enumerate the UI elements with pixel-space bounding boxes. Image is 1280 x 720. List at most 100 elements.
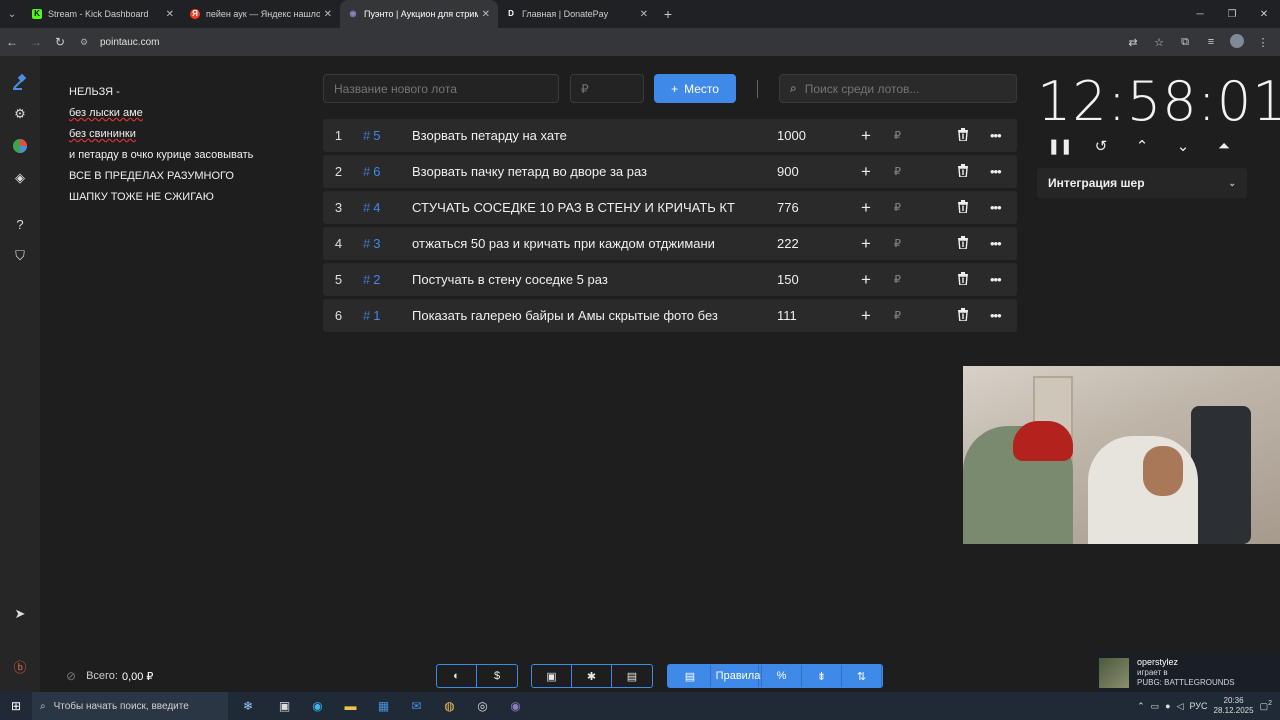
lot-name[interactable]: Показать галерею байры и Амы скрытые фот… [412, 308, 746, 323]
lot-name[interactable]: Постучать в стену соседке 5 раз [412, 272, 746, 287]
rules-button[interactable]: ▤ Правила [668, 665, 762, 687]
lot-amount[interactable]: 1000 [777, 128, 832, 143]
delete-trash-icon[interactable] [957, 271, 969, 288]
chevron-up-icon[interactable]: ⌃ [1130, 134, 1154, 158]
lot-amount[interactable]: 222 [777, 236, 832, 251]
donate-dollar-icon[interactable]: $ [477, 665, 517, 687]
hidden-eye-icon[interactable]: ⊘ [66, 669, 76, 683]
add-place-button[interactable]: + Место [654, 74, 736, 103]
speaker-icon[interactable]: ◁ [1177, 701, 1184, 712]
wheel-chart-icon[interactable] [10, 136, 30, 156]
chevron-down-icon[interactable]: ⌄ [1171, 134, 1195, 158]
microphone-icon[interactable]: ● [1165, 701, 1170, 711]
help-icon[interactable]: ? [10, 214, 30, 234]
add-amount-plus-icon[interactable]: + [861, 198, 871, 218]
browser-menu-icon[interactable]: ⋮ [1254, 36, 1272, 49]
close-tab-icon[interactable]: ✕ [324, 9, 332, 20]
add-amount-plus-icon[interactable]: + [861, 306, 871, 326]
settings-gear-icon[interactable]: ⚙ [10, 104, 30, 124]
lot-search-field[interactable]: ⌕ [779, 74, 1017, 103]
percent-icon[interactable]: % [762, 665, 802, 687]
save-icon[interactable]: ▣ [532, 665, 572, 687]
keyboard-layout[interactable]: РУС [1190, 701, 1208, 711]
close-tab-icon[interactable]: ✕ [166, 9, 174, 20]
lot-name[interactable]: Взорвать петарду на хате [412, 128, 746, 143]
restart-icon[interactable]: ↺ [1089, 134, 1113, 158]
currency-ruble[interactable]: ₽ [894, 309, 901, 322]
lot-name[interactable]: отжаться 50 раз и кричать при каждом отд… [412, 236, 746, 251]
github-icon[interactable]: ◐ [437, 665, 477, 687]
store-icon[interactable]: ▦ [367, 692, 400, 720]
tray-app-icon[interactable]: ▭ [1151, 701, 1160, 712]
browser-tab-active[interactable]: ◉ Пуэнто | Аукцион для стриме ✕ [340, 0, 498, 28]
shield-icon[interactable]: ⛉ [10, 246, 30, 266]
back-icon[interactable]: ← [0, 28, 24, 56]
browser-tab[interactable]: Я пейен аук — Яндекс нашлось ✕ [182, 0, 340, 28]
bookmark-star-icon[interactable]: ☆ [1150, 36, 1168, 49]
add-amount-plus-icon[interactable]: + [861, 270, 871, 290]
clear-icon[interactable]: ▤ [612, 665, 652, 687]
lot-search-input[interactable] [804, 81, 1005, 96]
bug-icon[interactable]: ✱ [572, 665, 612, 687]
url-field[interactable]: ⚙ pointauc.com [80, 31, 1110, 53]
windows-start-icon[interactable]: ⊞ [0, 692, 32, 720]
task-view-icon[interactable]: ▣ [268, 692, 301, 720]
new-tab-icon[interactable]: + [656, 0, 680, 28]
maximize-icon[interactable]: ❐ [1216, 0, 1248, 28]
currency-ruble[interactable]: ₽ [894, 165, 901, 178]
more-options-icon[interactable]: ••• [990, 272, 1002, 287]
delete-trash-icon[interactable] [957, 235, 969, 252]
edge-icon[interactable]: ◉ [301, 692, 334, 720]
currency-ruble[interactable]: ₽ [894, 129, 901, 142]
boosty-icon[interactable]: ⓑ [10, 656, 30, 676]
browser-tab[interactable]: D Главная | DonatePay ✕ [498, 0, 656, 28]
reload-icon[interactable]: ↻ [48, 28, 72, 56]
more-options-icon[interactable]: ••• [990, 164, 1002, 179]
more-options-icon[interactable]: ••• [990, 236, 1002, 251]
pause-icon[interactable]: ❚❚ [1047, 134, 1072, 158]
new-lot-price-input[interactable] [570, 74, 644, 103]
currency-ruble[interactable]: ₽ [894, 273, 901, 286]
lot-amount[interactable]: 900 [777, 164, 832, 179]
lot-amount[interactable]: 776 [777, 200, 832, 215]
auction-hammer-icon[interactable] [10, 72, 30, 92]
close-tab-icon[interactable]: ✕ [482, 9, 490, 20]
minimize-icon[interactable]: ─ [1184, 0, 1216, 28]
obs-icon[interactable]: ◎ [466, 692, 499, 720]
integration-dropdown[interactable]: Интеграция шер ⌄ [1037, 168, 1247, 198]
lot-name[interactable]: СТУЧАТЬ СОСЕДКЕ 10 РАЗ В СТЕНУ И КРИЧАТЬ… [412, 200, 746, 215]
delete-trash-icon[interactable] [957, 307, 969, 324]
add-amount-plus-icon[interactable]: + [861, 234, 871, 254]
tray-clock[interactable]: 20:36 28.12.2025 [1214, 696, 1254, 716]
delete-trash-icon[interactable] [957, 199, 969, 216]
forward-icon[interactable]: → [24, 28, 48, 56]
close-tab-icon[interactable]: ✕ [640, 9, 648, 20]
notification-center-icon[interactable]: ▢2 [1260, 700, 1272, 712]
lot-name[interactable]: Взорвать пачку петард во дворе за раз [412, 164, 746, 179]
lot-amount[interactable]: 150 [777, 272, 832, 287]
sort-icon[interactable]: ⇅ [842, 665, 882, 687]
media-icon[interactable]: ≡ [1202, 36, 1220, 48]
taskbar-search[interactable]: ⌕ Чтобы начать поиск, введите [32, 692, 228, 720]
telegram-icon[interactable]: ➤ [10, 604, 30, 624]
add-amount-plus-icon[interactable]: + [861, 126, 871, 146]
tab-search-icon[interactable]: ⌄ [0, 0, 24, 28]
browser-tab[interactable]: K Stream - Kick Dashboard ✕ [24, 0, 182, 28]
layers-icon[interactable]: ◈ [10, 168, 30, 188]
more-options-icon[interactable]: ••• [990, 128, 1002, 143]
translate-icon[interactable]: ⇄ [1124, 36, 1142, 49]
more-options-icon[interactable]: ••• [990, 200, 1002, 215]
delete-trash-icon[interactable] [957, 127, 969, 144]
widget-icon[interactable]: ❄ [228, 692, 268, 720]
site-info-icon[interactable]: ⚙ [80, 37, 94, 48]
compact-icon[interactable]: ⇟ [802, 665, 842, 687]
tray-arrow-icon[interactable]: ⌃ [1137, 701, 1145, 712]
mail-icon[interactable]: ✉ [400, 692, 433, 720]
lot-amount[interactable]: 111 [777, 308, 832, 323]
file-explorer-icon[interactable]: ▬ [334, 692, 367, 720]
double-chevron-up-icon[interactable]: ⏶ [1212, 134, 1236, 158]
delete-trash-icon[interactable] [957, 163, 969, 180]
currency-ruble[interactable]: ₽ [894, 237, 901, 250]
more-options-icon[interactable]: ••• [990, 308, 1002, 323]
profile-avatar[interactable] [1228, 33, 1246, 51]
